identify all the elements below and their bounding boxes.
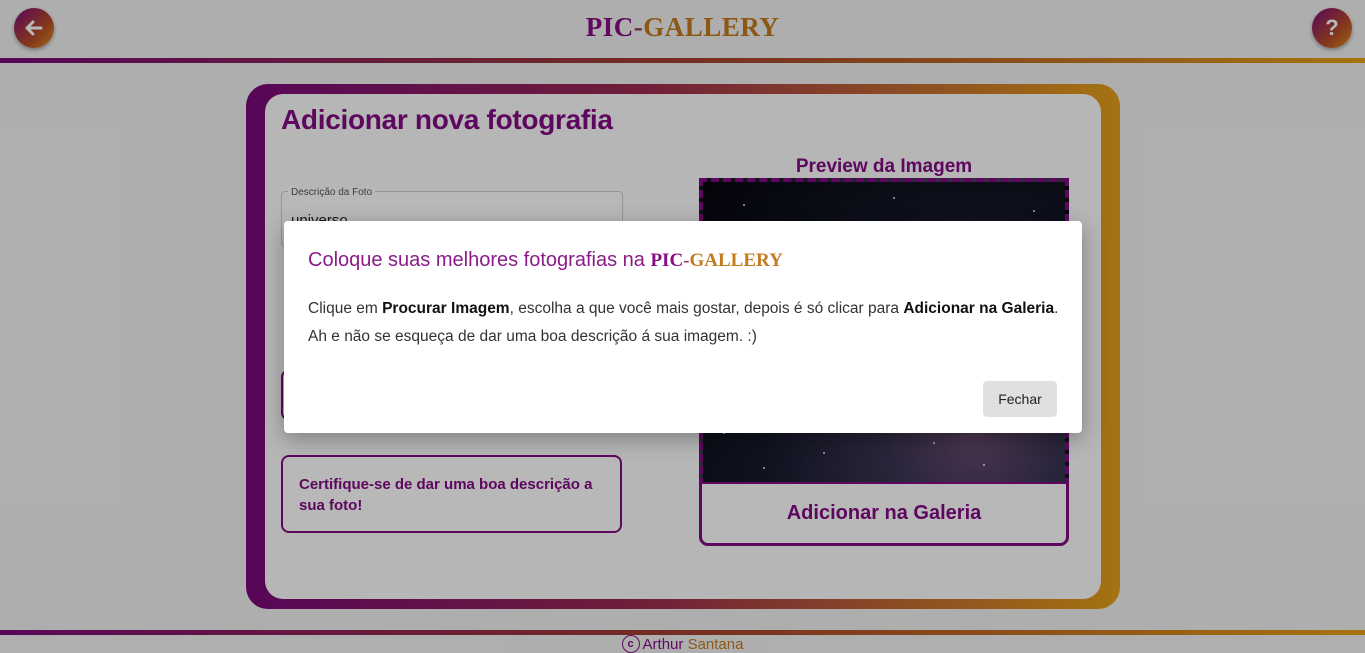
modal-title: Coloque suas melhores fotografias na PIC… [308,249,783,271]
modal-line-2: Ah e não se esqueça de dar uma boa descr… [308,328,757,345]
modal-brand: PIC-GALLERY [650,250,783,271]
modal-body: Clique em Procurar Imagem, escolha a que… [308,295,1068,351]
close-modal-button[interactable]: Fechar [983,381,1057,417]
help-modal: Coloque suas melhores fotografias na PIC… [284,221,1082,433]
modal-line-1: Clique em Procurar Imagem, escolha a que… [308,300,1059,317]
